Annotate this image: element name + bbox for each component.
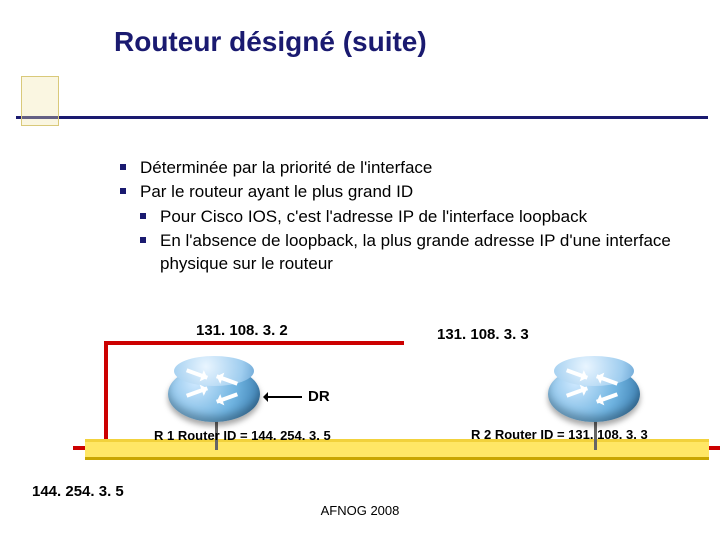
footnote: AFNOG 2008 [0,503,720,518]
bullet-2: Par le routeur ayant le plus grand ID Po… [120,181,710,275]
ip-right-label: 131. 108. 3. 3 [437,326,529,343]
dr-arrow [266,396,302,398]
accent-box [21,76,59,126]
footer-ip: 144. 254. 3. 5 [32,483,124,500]
bullet-2a: Pour Cisco IOS, c'est l'adresse IP de l'… [140,206,710,228]
dr-label: DR [308,388,330,405]
router-r1 [168,366,260,422]
bus-jack-left [73,446,85,450]
red-wire [104,341,404,345]
red-wire-vertical [104,341,108,454]
yellow-bus-bot [85,457,709,460]
bullet-1: Déterminée par la priorité de l'interfac… [120,157,710,179]
r2-id-label: R 2 Router ID = 131. 108. 3. 3 [471,427,648,442]
bus-jack-right [709,446,720,450]
slide: Routeur désigné (suite) Déterminée par l… [0,0,720,540]
header-rule [16,116,708,119]
title-wrap: Routeur désigné (suite) [114,26,427,58]
bullet-list: Déterminée par la priorité de l'interfac… [120,157,710,277]
r1-id-label: R 1 Router ID = 144. 254. 3. 5 [154,428,331,443]
yellow-bus-mid [85,442,709,457]
ip-left-label: 131. 108. 3. 2 [196,322,288,339]
bullet-2-text: Par le routeur ayant le plus grand ID [140,182,413,201]
router-r2 [548,366,640,422]
bullet-2b: En l'absence de loopback, la plus grande… [140,230,710,275]
network-diagram: 131. 108. 3. 2 131. 108. 3. 3 DR R 1 Rou… [0,310,720,510]
slide-title: Routeur désigné (suite) [114,26,427,58]
